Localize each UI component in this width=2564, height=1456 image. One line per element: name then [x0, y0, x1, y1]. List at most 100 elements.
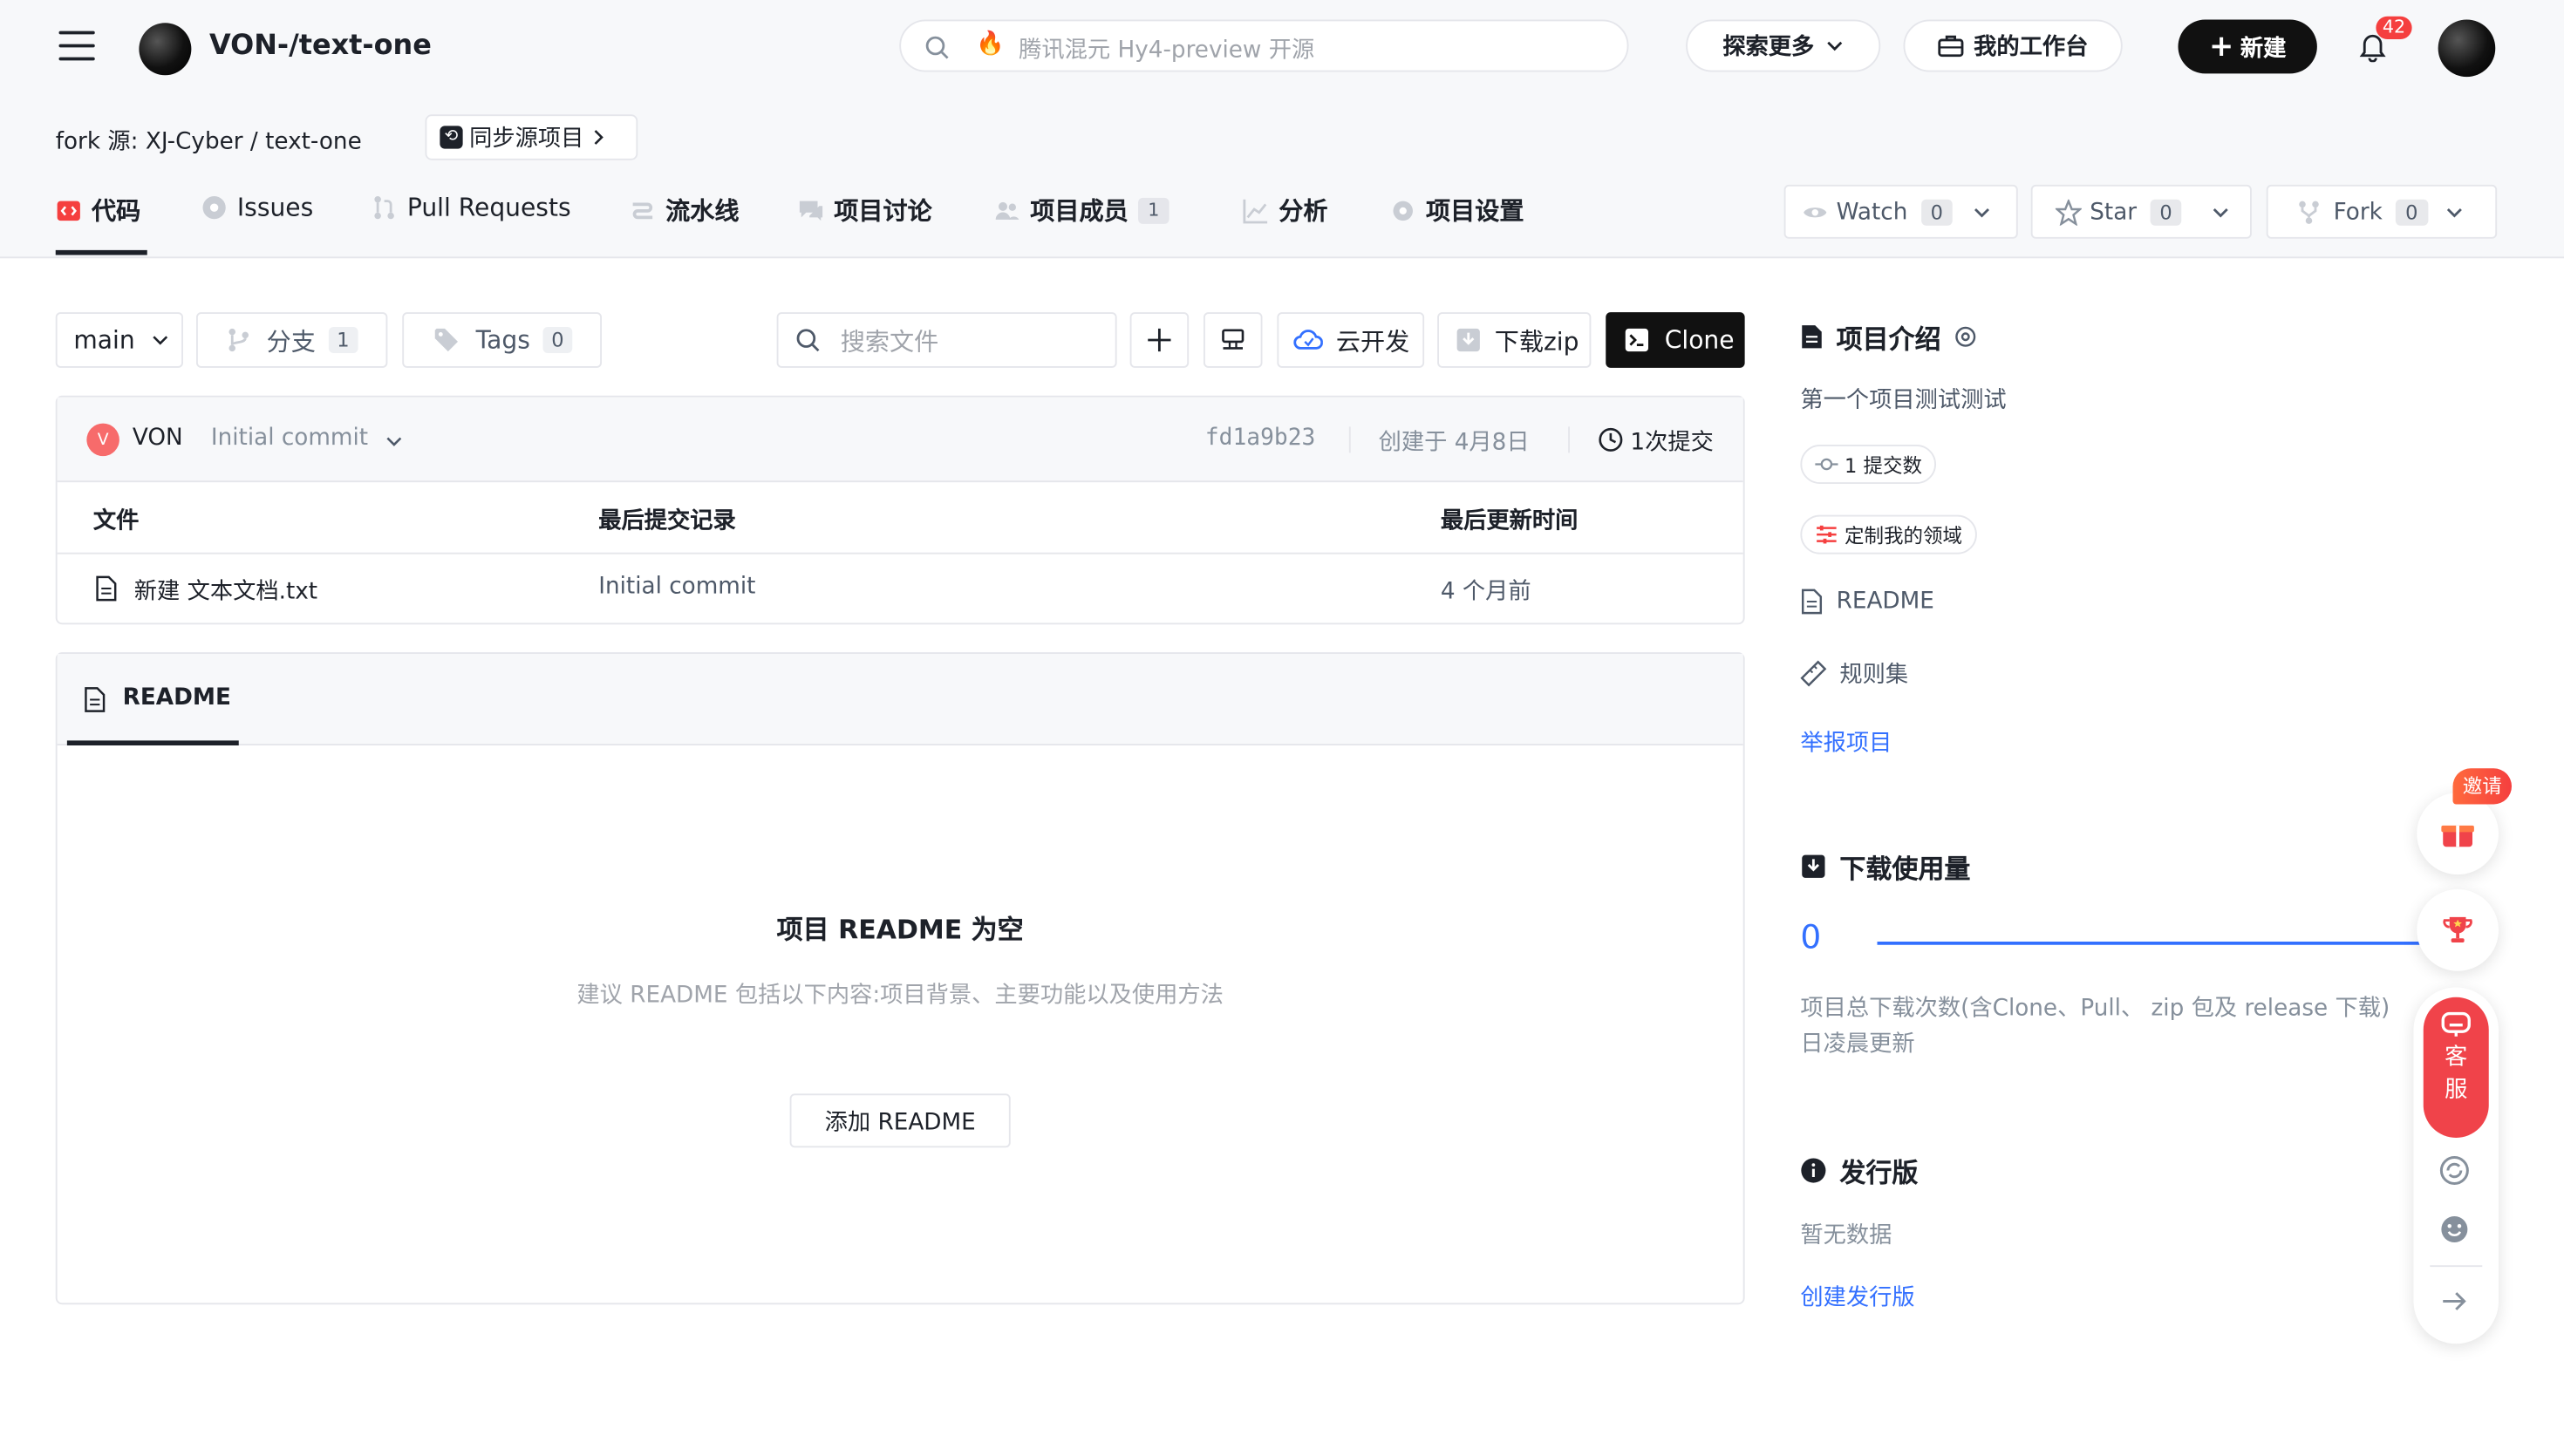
download-zip-button[interactable]: 下载zip [1437, 312, 1592, 368]
customer-service-button[interactable]: 客 服 [2423, 997, 2489, 1138]
fork-source-link[interactable]: XJ-Cyber / text-one [146, 129, 362, 155]
clone-button[interactable]: Clone [1606, 312, 1745, 368]
star-icon [2055, 198, 2082, 225]
tab-issues[interactable]: Issues [201, 193, 313, 222]
file-last-commit[interactable]: Initial commit [598, 574, 755, 600]
readme-empty-description: 建议 README 包括以下内容:项目背景、主要功能以及使用方法 [576, 982, 1224, 1009]
plus-icon [1148, 328, 1171, 352]
tab-pipeline[interactable]: 流水线 [630, 193, 740, 227]
new-button[interactable]: + 新建 [2178, 19, 2317, 74]
file-name-link[interactable]: 新建 文本文档.txt [134, 574, 317, 607]
customize-domain-chip[interactable]: 定制我的领域 [1800, 514, 1977, 555]
notification-badge: 42 [2376, 16, 2412, 39]
watch-label: Watch [1836, 198, 1908, 225]
chatgpt-icon[interactable] [2438, 1154, 2472, 1187]
menu-icon[interactable] [58, 31, 95, 65]
commit-author[interactable]: VON [133, 425, 183, 452]
chevron-down-icon[interactable] [385, 432, 405, 452]
chevron-down-icon[interactable] [2212, 202, 2232, 222]
document-icon [1801, 589, 1823, 615]
branches-button[interactable]: 分支 1 [196, 312, 388, 368]
tab-settings[interactable]: 项目设置 [1390, 193, 1524, 227]
tab-analytics[interactable]: 分析 [1243, 193, 1328, 227]
global-search-input[interactable]: 🔥 腾讯混元 Hy4-preview 开源 [899, 19, 1629, 72]
download-icon [1802, 854, 1825, 878]
file-search-input[interactable]: 搜索文件 [776, 312, 1117, 368]
user-avatar[interactable] [2438, 19, 2496, 78]
tab-pull-requests[interactable]: Pull Requests [372, 193, 571, 222]
tab-label: 流水线 [665, 196, 740, 226]
add-file-button[interactable] [1129, 312, 1190, 368]
project-intro-title: 项目介绍 [1836, 323, 1941, 355]
downloads-description-line: 日凌晨更新 [1800, 1031, 1915, 1058]
tab-members[interactable]: 项目成员 1 [994, 193, 1169, 227]
workbench-label: 我的工作台 [1974, 34, 2089, 61]
add-readme-button[interactable]: 添加 README [789, 1093, 1011, 1148]
new-label: 新建 [2240, 35, 2287, 62]
clock-icon [1599, 427, 1623, 452]
terminal-icon [1625, 328, 1648, 352]
report-project-link[interactable]: 举报项目 [1800, 726, 1892, 759]
chevron-down-icon[interactable] [1973, 202, 1993, 222]
members-count-badge: 1 [1138, 196, 1169, 223]
sync-source-button[interactable]: ⟲ 同步源项目 [425, 114, 638, 160]
tab-label: 项目成员 [1030, 196, 1129, 226]
commit-message[interactable]: Initial commit [211, 425, 368, 452]
readme-tab[interactable]: README [123, 685, 231, 711]
chevron-down-icon [153, 336, 169, 345]
chart-icon [1243, 197, 1269, 223]
create-release-link[interactable]: 创建发行版 [1800, 1280, 1914, 1313]
eye-icon [1804, 207, 1827, 217]
watch-button[interactable]: Watch 0 [1783, 184, 2018, 239]
tab-code[interactable]: 代码 [56, 193, 140, 227]
gear-icon[interactable] [1954, 325, 1977, 348]
repo-owner-avatar[interactable] [139, 23, 192, 76]
ruleset-link[interactable]: 规则集 [1800, 657, 1908, 691]
star-button[interactable]: Star 0 [2030, 184, 2252, 239]
chevron-down-icon[interactable] [2444, 202, 2464, 222]
explore-more-button[interactable]: 探索更多 [1686, 19, 1881, 72]
readme-header [57, 654, 1743, 745]
readme-link[interactable]: README [1800, 589, 1934, 615]
column-header-last-commit: 最后提交记录 [598, 508, 736, 535]
tags-button[interactable]: Tags 0 [402, 312, 602, 368]
clone-label: Clone [1664, 325, 1735, 355]
file-search-placeholder: 搜索文件 [840, 326, 939, 356]
cloud-dev-button[interactable]: 云开发 [1277, 312, 1425, 368]
commit-count-link[interactable]: 1次提交 [1630, 425, 1713, 459]
branch-icon [228, 328, 249, 352]
commit-icon [1815, 458, 1838, 471]
invite-badge[interactable]: 邀请 [2452, 768, 2513, 805]
downloads-heading: 下载使用量 [1800, 847, 1970, 886]
workbench-button[interactable]: 我的工作台 [1903, 19, 2123, 72]
branch-select[interactable]: main [55, 312, 183, 368]
tab-label: 项目讨论 [834, 196, 932, 226]
tab-discussions[interactable]: 项目讨论 [798, 193, 932, 227]
smile-icon[interactable] [2438, 1213, 2472, 1246]
sync-icon: ⟲ [440, 126, 463, 149]
workspace-button[interactable] [1204, 312, 1263, 368]
project-description: 第一个项目测试测试 [1800, 387, 2007, 414]
fork-button[interactable]: Fork 0 [2266, 184, 2498, 239]
releases-empty: 暂无数据 [1800, 1222, 1892, 1249]
commit-hash[interactable]: fd1a9b23 [1205, 425, 1315, 452]
trophy-button[interactable] [2417, 889, 2499, 971]
invite-gift-button[interactable] [2417, 793, 2499, 875]
trophy-icon [2443, 916, 2472, 942]
issues-icon [201, 194, 228, 221]
commit-author-avatar[interactable]: V [86, 423, 119, 457]
pipeline-icon [630, 197, 656, 223]
divider [2430, 1265, 2483, 1268]
chevron-right-icon [594, 130, 603, 145]
sync-source-label: 同步源项目 [469, 126, 584, 153]
info-icon [1801, 1158, 1826, 1183]
server-icon [1222, 329, 1244, 350]
tags-label: Tags [475, 325, 530, 355]
commit-count-chip[interactable]: 1 提交数 [1800, 445, 1937, 484]
branches-label: 分支 [266, 326, 316, 356]
tab-label: 分析 [1279, 196, 1328, 226]
tab-label: 项目设置 [1426, 196, 1524, 226]
download-zip-label: 下载zip [1494, 326, 1579, 356]
repo-title[interactable]: VON-/text-one [209, 30, 432, 63]
arrow-right-icon[interactable] [2438, 1285, 2472, 1318]
